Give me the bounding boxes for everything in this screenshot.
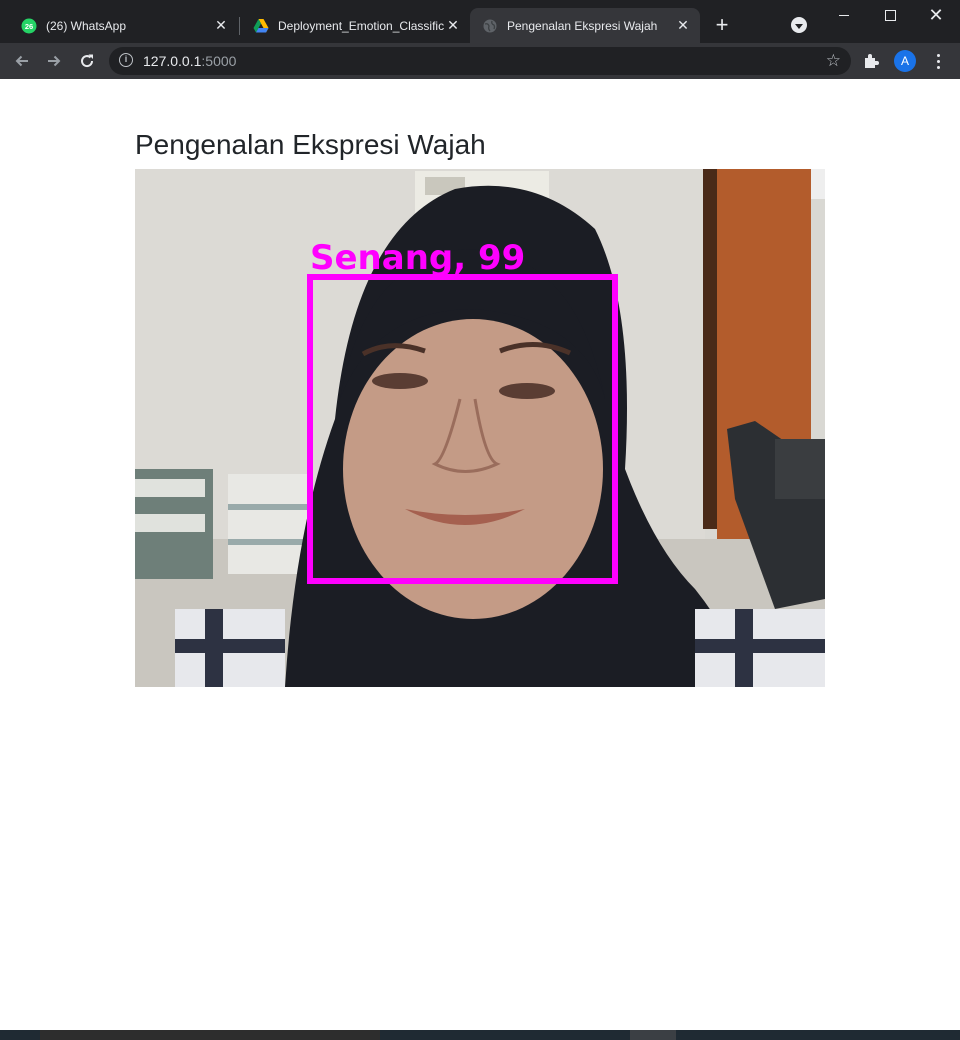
tab-whatsapp[interactable]: 26 (26) WhatsApp ✕ xyxy=(0,8,238,43)
taskbar-search[interactable] xyxy=(40,1030,380,1040)
camera-feed: Senang, 99 xyxy=(135,169,825,687)
url-port: :5000 xyxy=(201,53,237,69)
whatsapp-icon: 26 xyxy=(21,18,37,34)
forward-button[interactable] xyxy=(42,49,66,73)
arrow-left-icon xyxy=(15,55,28,67)
back-button[interactable] xyxy=(10,49,34,73)
arrow-right-icon xyxy=(48,55,61,67)
tab-pengenalan[interactable]: Pengenalan Ekspresi Wajah ✕ xyxy=(470,8,700,43)
extensions-puzzle-icon[interactable] xyxy=(862,52,882,72)
reload-icon xyxy=(81,54,94,68)
globe-icon xyxy=(482,18,498,34)
tab-drive[interactable]: Deployment_Emotion_Classifica ✕ xyxy=(232,8,470,43)
maximize-button[interactable] xyxy=(868,4,912,26)
camera-frame-image: Senang, 99 xyxy=(135,169,825,687)
close-window-button[interactable]: ✕ xyxy=(914,4,958,26)
os-taskbar xyxy=(0,1030,960,1040)
maximize-icon xyxy=(884,9,896,21)
info-icon[interactable]: i xyxy=(119,53,133,67)
close-icon[interactable]: ✕ xyxy=(444,17,462,35)
address-bar[interactable]: i 127.0.0.1:5000 ☆ xyxy=(109,47,851,75)
bookmark-star-icon[interactable]: ☆ xyxy=(826,51,841,71)
tab-search-button[interactable] xyxy=(791,17,807,33)
new-tab-button[interactable]: + xyxy=(710,14,734,38)
emotion-label: Senang, 99 xyxy=(310,238,525,278)
tab-title: Deployment_Emotion_Classifica xyxy=(278,18,444,33)
page-title: Pengenalan Ekspresi Wajah xyxy=(135,129,486,160)
page-content: Pengenalan Ekspresi Wajah Senang, 99 xyxy=(1,79,959,1030)
tab-title: (26) WhatsApp xyxy=(46,18,127,33)
google-drive-icon xyxy=(253,18,269,34)
minimize-button[interactable] xyxy=(822,4,866,26)
tab-title: Pengenalan Ekspresi Wajah xyxy=(507,18,658,33)
minimize-icon xyxy=(839,14,849,16)
reload-button[interactable] xyxy=(75,49,99,73)
profile-avatar[interactable]: A xyxy=(894,50,916,72)
close-icon[interactable]: ✕ xyxy=(674,17,692,35)
tab-strip: 26 (26) WhatsApp ✕ Deployment_Emotion_Cl… xyxy=(0,0,960,43)
url-text: 127.0.0.1:5000 xyxy=(143,53,236,69)
browser-window: 26 (26) WhatsApp ✕ Deployment_Emotion_Cl… xyxy=(0,0,960,1030)
chevron-down-icon xyxy=(795,23,803,29)
whatsapp-badge: 26 xyxy=(25,21,33,30)
more-menu-icon[interactable] xyxy=(928,51,948,71)
close-icon[interactable]: ✕ xyxy=(212,17,230,35)
url-host: 127.0.0.1 xyxy=(143,53,202,69)
taskbar-app[interactable] xyxy=(630,1030,676,1040)
toolbar: i 127.0.0.1:5000 ☆ xyxy=(0,43,960,79)
